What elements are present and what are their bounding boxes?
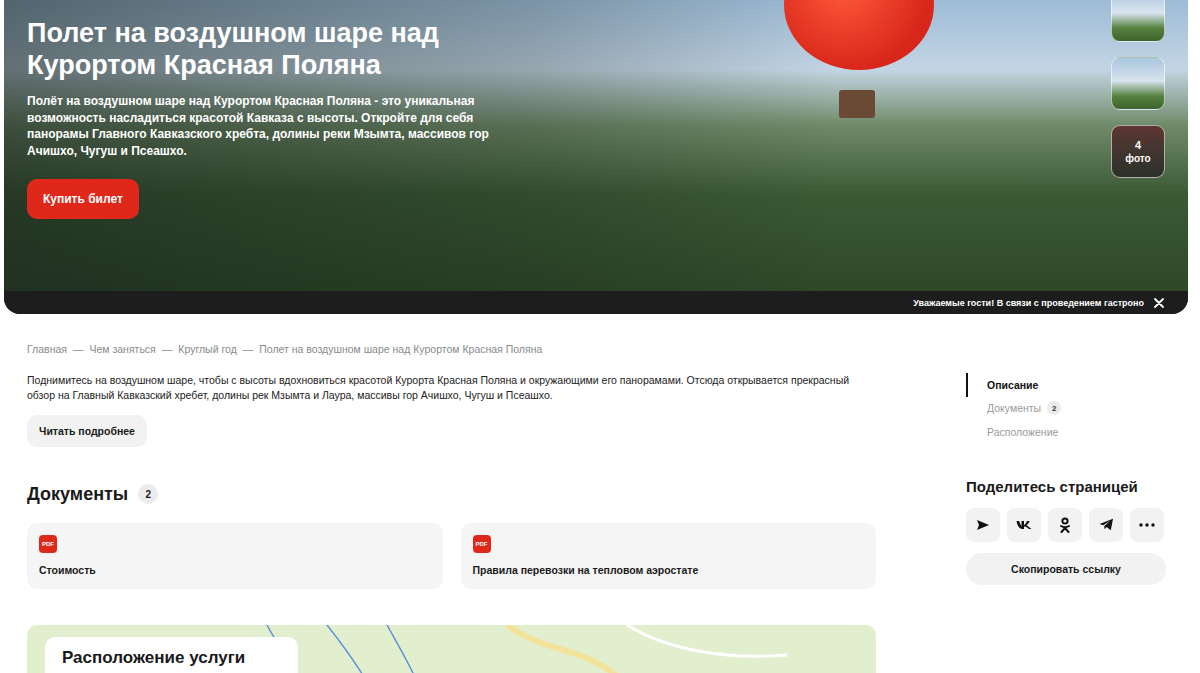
documents-header: Документы 2 [27,483,158,505]
page-nav-item[interactable]: Расположение [966,420,1166,444]
telegram-icon [1099,518,1114,531]
breadcrumbs: Главная — Чем заняться — Круглый год — Полет н… [27,342,1166,356]
hero-description: Полёт на воздушном шаре над Курортом Кра… [27,93,497,159]
page-nav-item[interactable]: Описание [966,373,1166,397]
notice-text: Уважаемые гости! В связи с проведением г… [913,298,1144,308]
share-button[interactable] [1130,508,1164,542]
more-icon [1139,523,1155,527]
breadcrumb-item[interactable]: Круглый год [178,342,236,356]
notice-bar: Уважаемые гости! В связи с проведением г… [4,291,1188,314]
breadcrumb-item[interactable]: Главная [27,342,67,356]
map-title: Расположение услуги [62,648,245,667]
photo-label: фото [1125,152,1150,165]
breadcrumb-separator: — [73,342,84,356]
read-more-button[interactable]: Читать подробнее [27,415,147,447]
share-button[interactable] [966,508,1000,542]
page-nav-item[interactable]: Документы 2 [966,397,1166,421]
documents-count: 2 [138,484,158,504]
documents-title: Документы [27,483,128,505]
share-buttons [966,508,1166,542]
document-title: Правила перевозки на тепловом аэростате [473,563,699,577]
nav-label: Документы [987,402,1041,414]
map[interactable]: Расположение услуги [27,625,876,673]
close-icon[interactable] [1154,298,1164,308]
vk-icon [1016,520,1032,530]
breadcrumb-separator: — [243,342,254,356]
map-card: Расположение услуги [45,637,298,673]
page-nav: Описание Документы 2 Расположение [966,373,1166,444]
main-column: Поднимитесь на воздушном шаре, чтобы с в… [27,373,876,673]
nav-count: 2 [1047,401,1061,415]
nav-label: Описание [987,379,1038,391]
pdf-icon: PDF [39,535,57,553]
page: Полет на воздушном шаре над Курортом Кра… [0,0,1200,673]
ok-icon [1059,517,1071,533]
document-title: Стоимость [39,563,96,577]
gallery-thumbnails: 4фото [1111,0,1165,178]
send-icon [976,518,990,532]
breadcrumb-separator: — [162,342,173,356]
gallery-thumbnail[interactable] [1111,57,1165,110]
description-text: Поднимитесь на воздушном шаре, чтобы с в… [27,373,876,403]
copy-link-button[interactable]: Скопировать ссылку [966,553,1166,585]
breadcrumb-item[interactable]: Чем заняться [89,342,155,356]
nav-label: Расположение [987,426,1058,438]
gallery-thumbnail[interactable] [1111,0,1165,42]
balloon-photo [784,0,934,70]
hero-content: Полет на воздушном шаре над Курортом Кра… [4,0,1188,291]
share-button[interactable] [1007,508,1041,542]
document-card[interactable]: PDF Правила перевозки на тепловом аэроста… [461,523,877,589]
gallery-thumbnail[interactable]: 4фото [1111,125,1165,178]
buy-ticket-button[interactable]: Купить билет [27,179,139,219]
hero-banner: Полет на воздушном шаре над Курортом Кра… [4,0,1188,314]
sidebar: Описание Документы 2 Расположение Поделитесь… [966,373,1166,673]
columns: Поднимитесь на воздушном шаре, чтобы с в… [27,373,1166,673]
hero-title: Полет на воздушном шаре над Курортом Кра… [27,18,457,81]
content: Главная — Чем заняться — Круглый год — Полет н… [0,314,1200,673]
share-title: Поделитесь страницей [966,477,1166,497]
photo-count: 4 [1135,139,1141,152]
pdf-icon: PDF [473,535,491,553]
share-button[interactable] [1048,508,1082,542]
share-button[interactable] [1089,508,1123,542]
breadcrumb-item[interactable]: Полет на воздушном шаре над Курортом Кра… [259,342,542,356]
document-card[interactable]: PDF Стоимость [27,523,443,589]
documents-list: PDF Стоимость PDF Правила перевозки на тепл… [27,523,876,589]
